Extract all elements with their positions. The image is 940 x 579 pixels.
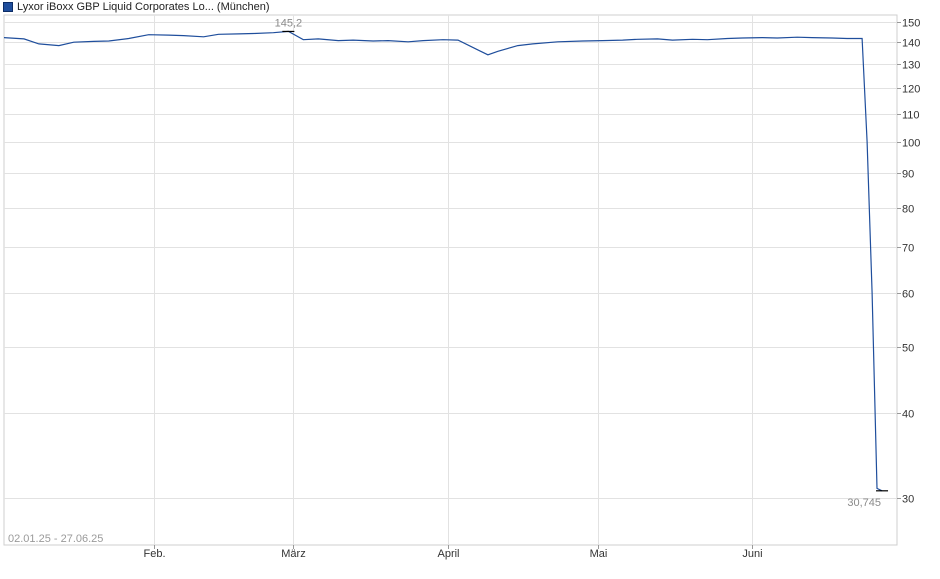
legend-swatch (3, 2, 13, 12)
x-tick-label: Mai (590, 548, 608, 560)
y-tick-label: 50 (902, 343, 914, 355)
y-tick-label: 100 (902, 138, 920, 150)
x-axis-ticks: Feb. März April Mai Juni (143, 545, 763, 560)
date-range-label: 02.01.25 - 27.06.25 (8, 533, 103, 545)
y-tick-label: 150 (902, 18, 920, 30)
y-tick-label: 70 (902, 243, 914, 255)
y-axis-ticks: 30 40 50 60 70 80 90 100 110 120 130 140 150 (897, 18, 920, 506)
price-chart: 30 40 50 60 70 80 90 100 110 120 130 140 150 Feb. Mär… (3, 14, 920, 560)
legend-label: Lyxor iBoxx GBP Liquid Corporates Lo... … (17, 1, 270, 13)
y-tick-label: 30 (902, 494, 914, 506)
y-tick-label: 120 (902, 84, 920, 96)
chart-legend: Lyxor iBoxx GBP Liquid Corporates Lo... … (3, 0, 270, 14)
plot-area (3, 14, 898, 546)
y-tick-label: 90 (902, 169, 914, 181)
x-tick-label: Juni (742, 548, 762, 560)
x-tick-label: März (281, 548, 305, 560)
y-tick-label: 130 (902, 60, 920, 72)
annotation-label: 145,2 (275, 17, 303, 29)
x-tick-label: Feb. (143, 548, 165, 560)
y-tick-label: 80 (902, 204, 914, 216)
x-tick-label: April (437, 548, 459, 560)
y-tick-label: 110 (902, 110, 920, 122)
y-tick-label: 40 (902, 409, 914, 421)
y-tick-label: 140 (902, 38, 920, 50)
y-tick-label: 60 (902, 289, 914, 301)
annotation-label: 30,745 (847, 497, 881, 509)
